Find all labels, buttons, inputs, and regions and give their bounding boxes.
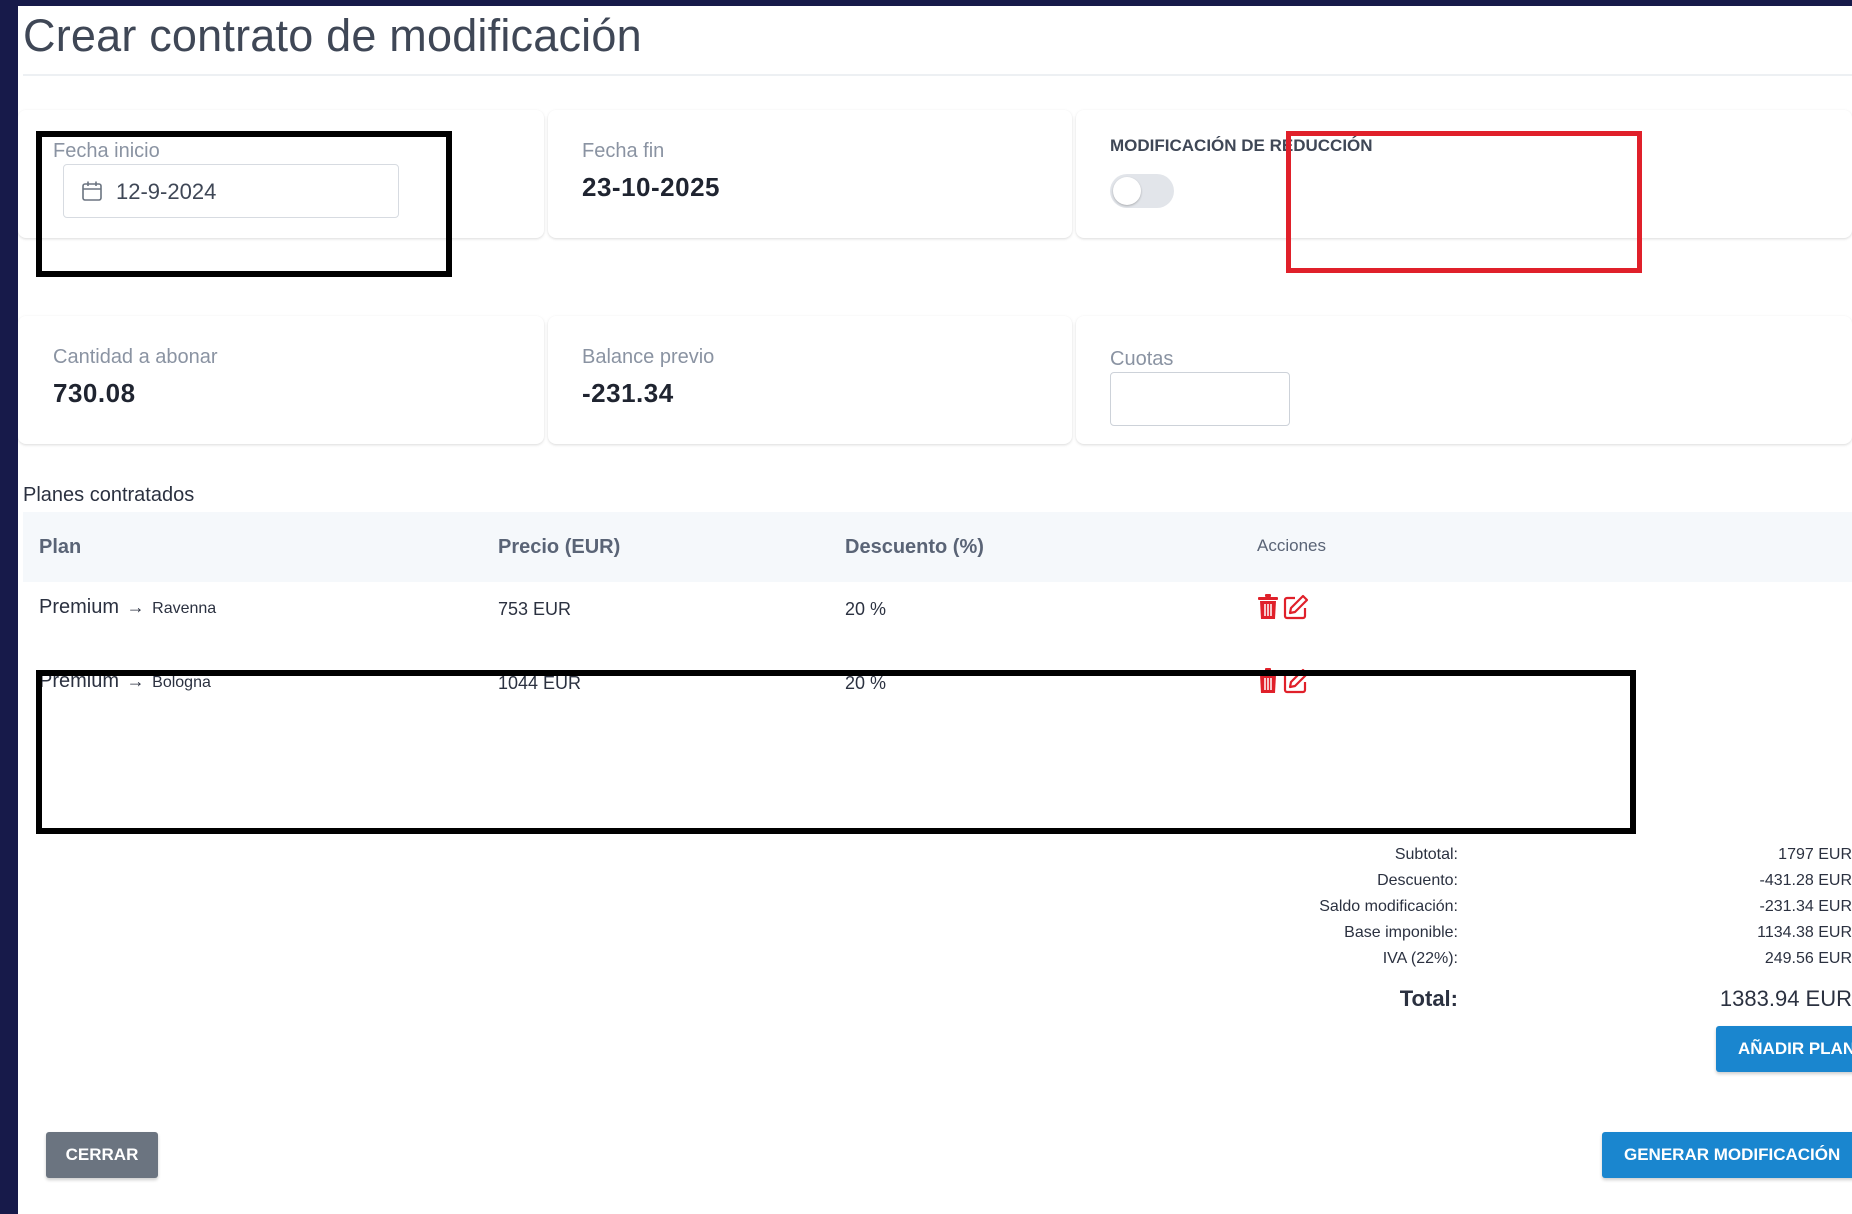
row-price: 1044 EUR — [498, 673, 582, 693]
col-acciones: Acciones — [1257, 536, 1326, 555]
subtotal-value: 1797 EUR — [1778, 846, 1852, 863]
row-actions — [1257, 594, 1309, 620]
cuotas-input[interactable] — [1110, 372, 1290, 426]
arrow-right-icon: → — [126, 671, 145, 691]
edit-icon[interactable] — [1283, 668, 1309, 694]
row-plan-name: Premium — [39, 596, 120, 618]
close-button[interactable]: CERRAR — [46, 1132, 158, 1178]
iva-value: 249.56 EUR — [1764, 950, 1852, 967]
card-modificacion-reduccion: MODIFICACIÓN DE REDUCCIÓN — [1076, 110, 1852, 238]
trash-icon[interactable] — [1257, 594, 1279, 620]
modificacion-reduccion-label: MODIFICACIÓN DE REDUCCIÓN — [1110, 136, 1373, 155]
calendar-icon — [81, 181, 103, 201]
modification-contract-page: Crear contrato de modificación Fecha ini… — [18, 6, 1852, 1214]
table-row: Premium → Ravenna 753 EUR 20 % — [23, 582, 1852, 652]
row-plan-name: Premium — [39, 670, 120, 692]
col-plan: Plan — [39, 536, 82, 558]
planes-contratados-label: Planes contratados — [23, 484, 195, 506]
row-plan: Premium → Bologna — [39, 670, 211, 693]
table-row: Premium → Bologna 1044 EUR 20 % — [23, 656, 1852, 726]
plans-table-header: Plan Precio (EUR) Descuento (%) Acciones — [23, 512, 1852, 582]
add-plan-button[interactable]: AÑADIR PLAN — [1716, 1026, 1852, 1072]
row-price: 753 EUR — [498, 599, 572, 619]
descuento-label: Descuento: — [1377, 872, 1458, 889]
cantidad-abonar-label: Cantidad a abonar — [53, 346, 218, 368]
title-divider — [23, 74, 1852, 76]
card-fecha-fin: Fecha fin 23-10-2025 — [548, 110, 1072, 238]
fecha-inicio-value: 12-9-2024 — [116, 179, 217, 204]
base-imponible-label: Base imponible: — [1344, 924, 1458, 941]
total-label: Total: — [1399, 986, 1458, 1011]
col-precio: Precio (EUR) — [498, 536, 621, 558]
generate-modification-button[interactable]: GENERAR MODIFICACIÓN — [1602, 1132, 1852, 1178]
card-cantidad-abonar: Cantidad a abonar 730.08 — [18, 316, 544, 444]
card-fecha-inicio: Fecha inicio 12-9-2024 — [18, 110, 544, 238]
cantidad-abonar-value: 730.08 — [53, 378, 136, 408]
balance-previo-value: -231.34 — [582, 378, 674, 408]
total-value: 1383.94 EUR — [1719, 986, 1852, 1011]
page-title: Crear contrato de modificación — [23, 10, 642, 61]
cuotas-label: Cuotas — [1110, 348, 1174, 370]
row-plan: Premium → Ravenna — [39, 596, 216, 619]
balance-previo-label: Balance previo — [582, 346, 715, 368]
arrow-right-icon: → — [126, 597, 145, 617]
fecha-fin-label: Fecha fin — [582, 140, 665, 162]
modificacion-reduccion-toggle[interactable] — [1110, 174, 1174, 208]
fecha-inicio-field[interactable]: 12-9-2024 — [63, 164, 399, 218]
descuento-value: -431.28 EUR — [1759, 872, 1852, 889]
edit-icon[interactable] — [1283, 594, 1309, 620]
saldo-label: Saldo modificación: — [1319, 898, 1458, 915]
subtotal-label: Subtotal: — [1394, 846, 1458, 863]
card-cuotas: Cuotas — [1076, 316, 1852, 444]
iva-label: IVA (22%): — [1382, 950, 1458, 967]
fecha-fin-value: 23-10-2025 — [582, 172, 720, 202]
row-actions — [1257, 668, 1309, 694]
trash-icon[interactable] — [1257, 668, 1279, 694]
toggle-knob — [1113, 177, 1141, 205]
row-plan-city: Ravenna — [152, 600, 217, 617]
card-balance-previo: Balance previo -231.34 — [548, 316, 1072, 444]
row-discount: 20 % — [845, 599, 887, 619]
col-descuento: Descuento (%) — [845, 536, 984, 558]
fecha-inicio-label: Fecha inicio — [53, 140, 160, 162]
saldo-value: -231.34 EUR — [1759, 898, 1852, 915]
base-imponible-value: 1134.38 EUR — [1757, 924, 1852, 941]
row-plan-city: Bologna — [152, 674, 211, 691]
row-discount: 20 % — [845, 673, 887, 693]
